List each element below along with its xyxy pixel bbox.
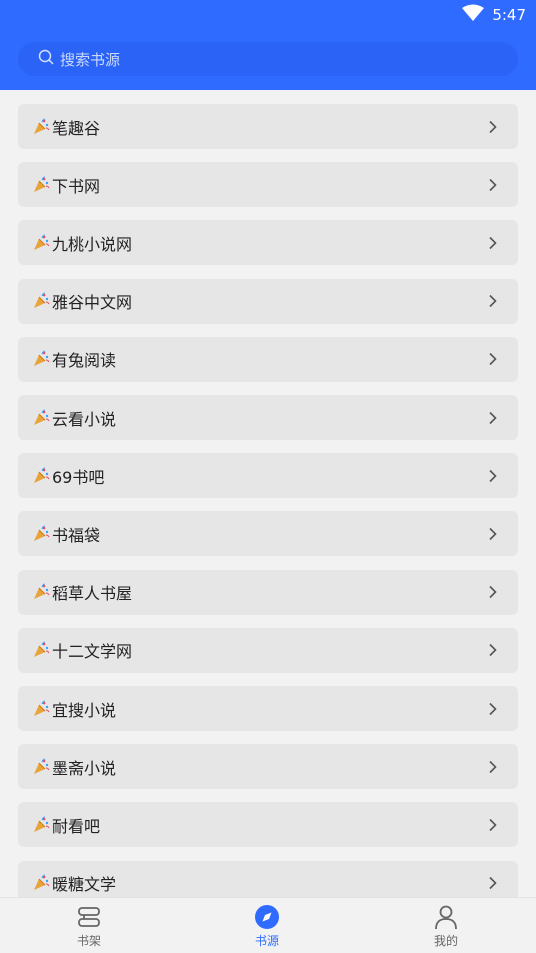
search-icon	[38, 49, 54, 69]
source-list-item[interactable]: 稻草人书屋	[18, 569, 518, 615]
chevron-right-icon	[486, 294, 500, 308]
source-name: 下书网	[52, 176, 101, 196]
source-list-item[interactable]: 宜搜小说	[18, 686, 518, 731]
party-popper-icon	[32, 467, 50, 485]
person-icon	[435, 905, 457, 930]
chevron-right-icon	[486, 178, 500, 192]
chevron-right-icon	[486, 760, 500, 774]
source-name: 墨斋小说	[52, 758, 117, 778]
party-popper-icon	[32, 176, 50, 194]
app-header: 5:47 搜索书源	[0, 0, 536, 90]
tab-bookshelf[interactable]: 书架	[44, 904, 134, 952]
chevron-right-icon	[486, 818, 500, 832]
party-popper-icon	[32, 641, 50, 659]
chevron-right-icon	[486, 876, 500, 890]
source-list-item[interactable]: 书福袋	[18, 511, 518, 557]
chevron-right-icon	[486, 469, 500, 483]
party-popper-icon	[32, 583, 50, 601]
source-list-item[interactable]: 暖糖文学	[18, 860, 518, 897]
source-name: 宜搜小说	[52, 700, 117, 720]
source-list-item[interactable]: 有兔阅读	[18, 336, 518, 382]
source-name: 有兔阅读	[52, 351, 117, 371]
source-name: 十二文学网	[52, 642, 133, 662]
source-name: 云看小说	[52, 409, 117, 429]
source-list-item[interactable]: 下书网	[18, 162, 518, 208]
party-popper-icon	[32, 700, 50, 718]
source-list-item[interactable]: 雅谷中文网	[18, 278, 518, 324]
source-name: 书福袋	[52, 525, 101, 545]
party-popper-icon	[32, 350, 50, 368]
party-popper-icon	[32, 874, 50, 892]
chevron-right-icon	[486, 352, 500, 366]
wifi-icon	[462, 4, 485, 26]
tab-profile[interactable]: 我的	[401, 904, 491, 952]
chevron-right-icon	[486, 702, 500, 716]
chevron-right-icon	[486, 527, 500, 541]
source-name: 暖糖文学	[52, 875, 117, 895]
source-list-item[interactable]: 九桃小说网	[18, 220, 518, 266]
source-name: 耐看吧	[52, 816, 101, 836]
status-time: 5:47	[492, 6, 526, 24]
source-name: 笔趣谷	[52, 118, 101, 138]
source-list-item[interactable]: 69书吧	[18, 453, 518, 499]
party-popper-icon	[32, 292, 50, 310]
source-list-item[interactable]: 墨斋小说	[18, 744, 518, 790]
tab-sources[interactable]: 书源	[222, 904, 312, 952]
source-list-item[interactable]: 耐看吧	[18, 802, 518, 848]
tab-label: 我的	[433, 934, 458, 948]
party-popper-icon	[32, 409, 50, 427]
source-name: 九桃小说网	[52, 234, 133, 254]
source-name: 雅谷中文网	[52, 293, 133, 313]
chevron-right-icon	[486, 120, 500, 134]
party-popper-icon	[32, 758, 50, 776]
source-list-item[interactable]: 十二文学网	[18, 627, 518, 673]
source-name: 69书吧	[52, 467, 105, 487]
tab-label: 书架	[76, 934, 101, 948]
bottom-tab-bar: 书架 书源 我的	[0, 897, 536, 953]
chevron-right-icon	[486, 585, 500, 599]
search-input[interactable]: 搜索书源	[18, 42, 518, 76]
source-list[interactable]: 笔趣谷下书网九桃小说网雅谷中文网有兔阅读云看小说 69书吧书福袋稻草人书屋十二文学…	[0, 90, 536, 897]
chevron-right-icon	[486, 643, 500, 657]
source-list-item[interactable]: 云看小说	[18, 395, 518, 440]
status-bar: 5:47	[462, 4, 526, 26]
source-list-item[interactable]: 笔趣谷	[18, 104, 518, 149]
search-placeholder: 搜索书源	[60, 50, 121, 69]
compass-icon	[255, 905, 279, 929]
party-popper-icon	[32, 118, 50, 136]
chevron-right-icon	[486, 236, 500, 250]
bookshelf-icon	[78, 907, 100, 927]
party-popper-icon	[32, 234, 50, 252]
source-name: 稻草人书屋	[52, 584, 133, 604]
chevron-right-icon	[486, 411, 500, 425]
party-popper-icon	[32, 525, 50, 543]
tab-label: 书源	[254, 934, 279, 948]
party-popper-icon	[32, 816, 50, 834]
